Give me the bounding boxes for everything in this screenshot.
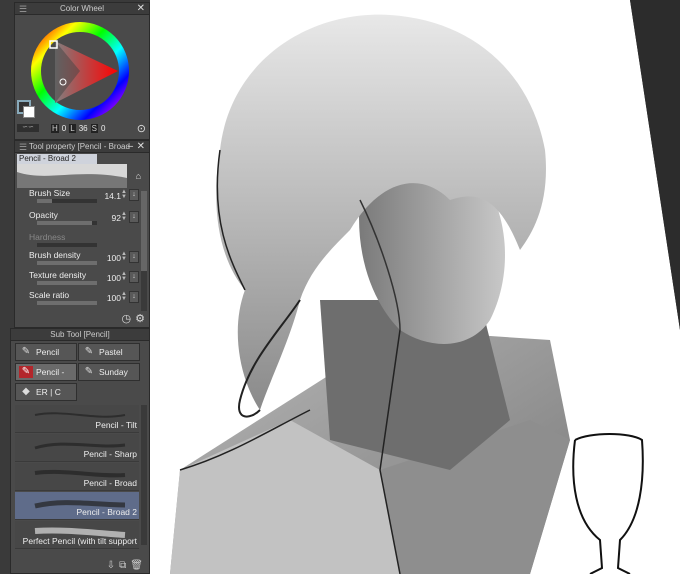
color-mode-icon[interactable]: ∽∽ [17, 124, 39, 132]
pencil-tilt-icon: ✎ [19, 366, 33, 378]
tab-label: Pastel [99, 347, 123, 357]
s-value: 0 [100, 124, 106, 133]
property-slider[interactable] [37, 281, 97, 285]
property-row[interactable]: Hardness [29, 231, 139, 251]
tab-pastel[interactable]: ✎ Pastel [78, 343, 140, 361]
tab-pencil[interactable]: ✎ Pencil [15, 343, 77, 361]
lock-icon[interactable]: ⌂ [136, 171, 141, 181]
spinner-icon[interactable]: ▲ ▼ [121, 211, 127, 222]
spinner-icon[interactable]: ▲ ▼ [121, 189, 127, 200]
brush-item[interactable]: Pencil - Broad [15, 463, 139, 491]
tab-label: Sunday [99, 367, 128, 377]
preset-name: Pencil - Broad 2 [17, 154, 97, 164]
brush-name: Pencil - Broad [83, 478, 137, 488]
h-key: H [51, 124, 59, 133]
property-label: Brush density [29, 250, 81, 260]
property-row[interactable]: Brush density 100 ▲ ▼ ↓ [29, 249, 139, 269]
s-key: S [90, 124, 98, 133]
property-slider[interactable] [37, 199, 97, 203]
grip-icon[interactable]: ☰ [19, 141, 27, 153]
brush-item[interactable]: Pencil - Tilt [15, 405, 139, 433]
tool-property-title: Tool property [Pencil - Broad [29, 142, 130, 151]
brush-item[interactable]: Pencil - Broad 2 [15, 492, 139, 520]
eraser-icon: ◆ [22, 386, 30, 397]
pressure-icon[interactable]: ↓ [129, 189, 139, 201]
import-icon[interactable]: ⇩ [107, 560, 115, 571]
property-label: Hardness [29, 232, 66, 242]
pastel-icon: ✎ [84, 346, 94, 357]
tab-label: Pencil [36, 347, 60, 357]
property-value[interactable]: 14.1 [104, 191, 121, 201]
property-value[interactable]: 100 [107, 273, 121, 283]
h-value: 0 [61, 124, 67, 133]
sub-tool-footer: ⇩ ⧉ 🗑 [107, 560, 143, 571]
close-icon[interactable]: ✕ [137, 141, 145, 153]
pencil-icon: ✎ [21, 346, 31, 357]
brush-item[interactable]: Pencil - Sharp [15, 434, 139, 462]
grip-icon[interactable]: ☰ [19, 3, 27, 15]
pressure-icon[interactable]: ↓ [129, 251, 139, 263]
brush-item[interactable]: Perfect Pencil (with tilt support [15, 521, 139, 549]
hsv-readout: H 0 L 36 S 0 [51, 124, 105, 133]
tool-property-footer: ◷ ⚙ [122, 312, 145, 325]
brush-name: Pencil - Broad 2 [76, 507, 137, 517]
pressure-icon[interactable]: ↓ [129, 211, 139, 223]
brush-name: Perfect Pencil (with tilt support [22, 536, 137, 546]
property-label: Opacity [29, 210, 58, 220]
pressure-icon[interactable]: ↓ [129, 291, 139, 303]
scrollbar[interactable] [141, 191, 147, 311]
property-slider[interactable] [37, 221, 97, 225]
property-slider[interactable] [37, 243, 97, 247]
pressure-icon[interactable]: ↓ [129, 271, 139, 283]
color-wheel-panel: ☰ Color Wheel ✕ ∽∽ H 0 L 36 S 0 ⊙ [14, 2, 150, 140]
sub-tool-titlebar[interactable]: Sub Tool [Pencil] [11, 329, 149, 341]
hue-ring[interactable] [30, 21, 130, 121]
color-wheel-title: Color Wheel [59, 4, 104, 13]
trash-icon[interactable]: 🗑 [130, 560, 143, 571]
scrollbar[interactable] [141, 405, 147, 545]
property-value[interactable]: 92 [112, 213, 121, 223]
brush-preview [17, 164, 127, 188]
property-value[interactable]: 100 [107, 253, 121, 263]
l-key: L [69, 124, 76, 133]
property-value[interactable]: 100 [107, 293, 121, 303]
property-row[interactable]: Scale ratio 100 ▲ ▼ ↓ [29, 289, 139, 309]
l-value: 36 [78, 124, 88, 133]
canvas-artwork[interactable] [150, 0, 680, 574]
property-label: Scale ratio [29, 290, 70, 300]
tab-sunday[interactable]: ✎ Sunday [78, 363, 140, 381]
property-slider[interactable] [37, 261, 97, 265]
spinner-icon[interactable]: ▲ ▼ [121, 291, 127, 302]
sub-tool-title: Sub Tool [Pencil] [50, 330, 110, 339]
tab-pencil-tilt[interactable]: ✎ Pencil - Tilt [15, 363, 77, 393]
duplicate-icon[interactable]: ⧉ [119, 560, 126, 571]
sub-tool-panel: Sub Tool [Pencil] ✎ Pencil ✎ Pastel ✎ Pe… [10, 328, 150, 574]
brush-name: Pencil - Tilt [95, 420, 137, 430]
property-label: Brush Size [29, 188, 71, 198]
sub-color-swatch[interactable] [23, 106, 35, 118]
spinner-icon[interactable]: ▲ ▼ [121, 251, 127, 262]
tab-erc[interactable]: ◆ ER | C [15, 383, 77, 401]
color-wheel-titlebar[interactable]: ☰ Color Wheel ✕ [15, 3, 149, 15]
reset-icon[interactable]: ◷ [122, 312, 132, 325]
property-row[interactable]: Brush Size 14.1 ▲ ▼ ↓ [29, 187, 139, 207]
close-icon[interactable]: ✕ [137, 3, 145, 15]
settings-icon[interactable]: ⊙ [137, 122, 146, 135]
tool-property-titlebar[interactable]: ☰ Tool property [Pencil - Broad – ✕ [15, 141, 149, 153]
brush-name: Pencil - Sharp [83, 449, 137, 459]
minimize-icon[interactable]: – [127, 141, 133, 153]
property-row[interactable]: Texture density 100 ▲ ▼ ↓ [29, 269, 139, 289]
property-slider[interactable] [37, 301, 97, 305]
wrench-icon[interactable]: ⚙ [135, 312, 145, 325]
tool-property-panel: ☰ Tool property [Pencil - Broad – ✕ Penc… [14, 140, 150, 328]
spinner-icon[interactable]: ▲ ▼ [121, 271, 127, 282]
property-label: Texture density [29, 270, 87, 280]
sunday-icon: ✎ [84, 366, 94, 377]
tab-label: ER | C [36, 387, 61, 397]
property-row[interactable]: Opacity 92 ▲ ▼ ↓ [29, 209, 139, 229]
